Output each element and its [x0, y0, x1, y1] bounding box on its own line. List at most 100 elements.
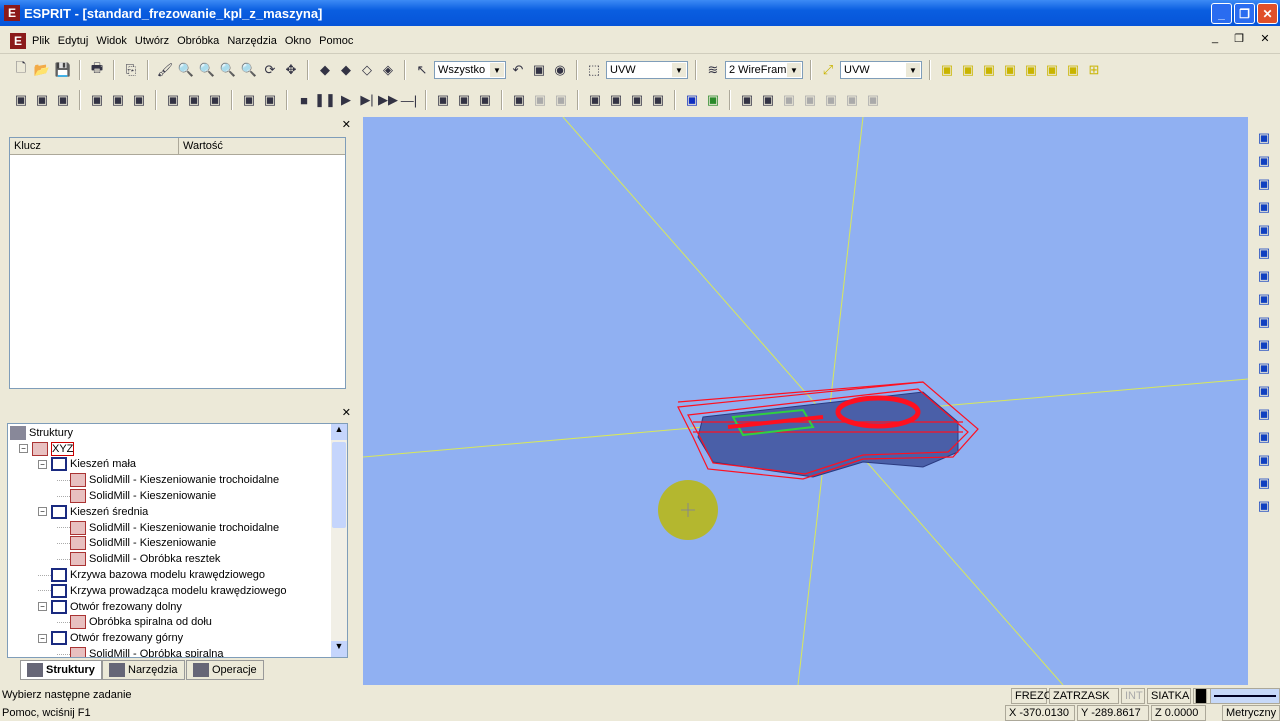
tab-struktury[interactable]: Struktury: [20, 660, 102, 680]
pan-icon[interactable]: ✥: [282, 61, 300, 79]
mode-zatrzask[interactable]: ZATRZASK: [1049, 688, 1119, 704]
mode-siatka[interactable]: SIATKA: [1147, 688, 1191, 704]
face-icon[interactable]: ▣: [1255, 451, 1273, 469]
layer-select[interactable]: 2 WireFram ▼: [725, 61, 803, 79]
menu-6[interactable]: Okno: [281, 35, 315, 47]
column-key[interactable]: Klucz: [10, 138, 179, 154]
pattern-icon[interactable]: ▣: [130, 91, 148, 109]
tree-item[interactable]: − Otwór frezowany górny: [10, 630, 347, 646]
machine-icon[interactable]: ▣: [586, 91, 604, 109]
view-back-icon[interactable]: ▣: [1022, 61, 1040, 79]
shaded-selected-icon[interactable]: ◆: [337, 61, 355, 79]
workplane-icon[interactable]: ⬚: [585, 61, 603, 79]
solid-blue-icon[interactable]: ▣: [683, 91, 701, 109]
stock-icon[interactable]: ▣: [607, 91, 625, 109]
selection-filter-select[interactable]: Wszystko ▼: [434, 61, 506, 79]
tree-item[interactable]: SolidMill - Kieszeniowanie: [10, 536, 347, 552]
solid-icon[interactable]: ▣: [510, 91, 528, 109]
tree-scrollbar[interactable]: ▲ ▼: [331, 424, 347, 657]
shaded-icon[interactable]: ◆: [316, 61, 334, 79]
wireframe-icon[interactable]: ◇: [358, 61, 376, 79]
new-file-icon[interactable]: 🗋: [12, 60, 30, 79]
feature-face-icon[interactable]: ▣: [33, 91, 51, 109]
tree-item[interactable]: SolidMill - Obróbka resztek: [10, 551, 347, 567]
select-arrow-icon[interactable]: ↖: [413, 61, 431, 79]
report-icon[interactable]: ▣: [476, 91, 494, 109]
doc-restore-button[interactable]: ❐: [1230, 32, 1248, 48]
loft-icon[interactable]: ▣: [1255, 267, 1273, 285]
op-list-icon[interactable]: ▣: [240, 91, 258, 109]
coil-icon[interactable]: ▣: [1255, 290, 1273, 308]
workplane-select[interactable]: UVW ▼: [606, 61, 688, 79]
pause-icon[interactable]: ❚❚: [314, 91, 336, 109]
tree-item[interactable]: SolidMill - Obróbka spiralna: [10, 646, 347, 657]
maximize-button[interactable]: ❐: [1234, 3, 1255, 24]
solid-gray-icon[interactable]: ▣: [531, 91, 549, 109]
paste-special-icon[interactable]: ▣: [530, 61, 548, 79]
pocket-icon[interactable]: ▣: [88, 91, 106, 109]
mode-int[interactable]: INT: [1121, 688, 1145, 704]
feature-chain-icon[interactable]: ▣: [12, 91, 30, 109]
cone-icon[interactable]: ▣: [1255, 152, 1273, 170]
view-select[interactable]: UVW ▼: [840, 61, 922, 79]
paint-brush-icon[interactable]: 🖌: [156, 61, 174, 79]
torus-icon[interactable]: ▣: [1255, 198, 1273, 216]
tree-item[interactable]: SolidMill - Kieszeniowanie trochoidalne: [10, 520, 347, 536]
chevron-down-icon[interactable]: ▼: [490, 63, 504, 77]
open-folder-icon[interactable]: 📂: [33, 61, 51, 79]
zoom-window-icon[interactable]: 🔍: [177, 61, 195, 79]
stop-icon[interactable]: ■: [295, 91, 313, 109]
menu-7[interactable]: Pomoc: [315, 35, 357, 47]
menu-4[interactable]: Obróbka: [173, 35, 223, 47]
tree-item[interactable]: − XYZ: [10, 441, 347, 457]
menu-3[interactable]: Utwórz: [131, 35, 173, 47]
tool-icon[interactable]: ▣: [434, 91, 452, 109]
cube-paper-icon[interactable]: ▣: [759, 91, 777, 109]
save-icon[interactable]: 💾: [54, 61, 72, 79]
simulation-icon[interactable]: ▣: [261, 91, 279, 109]
view-plane-icon[interactable]: ⤢: [819, 61, 837, 79]
tree-item[interactable]: SolidMill - Kieszeniowanie: [10, 488, 347, 504]
view-four-icon[interactable]: ⊞: [1085, 61, 1103, 79]
tree-item[interactable]: − Otwór frezowany dolny: [10, 599, 347, 615]
feature-rect-icon[interactable]: ▣: [54, 91, 72, 109]
copy-icon[interactable]: ⎘: [122, 61, 140, 79]
view-iso-icon[interactable]: ▣: [1064, 61, 1082, 79]
chevron-down-icon[interactable]: ▼: [906, 63, 920, 77]
undo-icon[interactable]: ↶: [509, 61, 527, 79]
tree-item[interactable]: Krzywa bazowa modelu krawędziowego: [10, 567, 347, 583]
color-cube-icon[interactable]: ▣: [738, 91, 756, 109]
tab-operacje[interactable]: Operacje: [186, 660, 264, 680]
blend-icon[interactable]: ▣: [1255, 382, 1273, 400]
hidden-line-icon[interactable]: ◈: [379, 61, 397, 79]
tree-item[interactable]: Krzywa prowadząca modelu krawędziowego: [10, 583, 347, 599]
collapse-icon[interactable]: −: [19, 444, 28, 454]
chevron-down-icon[interactable]: ▼: [672, 63, 686, 77]
zoom-out-icon[interactable]: 🔍: [219, 61, 237, 79]
tree-root[interactable]: Struktury: [10, 425, 347, 441]
collapse-icon[interactable]: −: [38, 602, 47, 612]
edit-icon[interactable]: ▣: [1255, 313, 1273, 331]
green-stock-icon[interactable]: ▣: [704, 91, 722, 109]
menu-2[interactable]: Widok: [92, 35, 131, 47]
view-right-icon[interactable]: ▣: [980, 61, 998, 79]
spindle-icon[interactable]: ▣: [649, 91, 667, 109]
pocket-hatch-icon[interactable]: ▣: [109, 91, 127, 109]
cutter-icon[interactable]: ▣: [455, 91, 473, 109]
chevron-down-icon[interactable]: ▼: [787, 63, 801, 77]
view-bottom-icon[interactable]: ▣: [1043, 61, 1061, 79]
scroll-down-icon[interactable]: ▼: [331, 641, 347, 657]
scroll-thumb[interactable]: [332, 442, 346, 528]
record-icon[interactable]: ◉: [551, 61, 569, 79]
tool-setup-icon[interactable]: ▣: [206, 91, 224, 109]
zoom-extents-icon[interactable]: 🔍: [240, 61, 258, 79]
rotate-icon[interactable]: ⟳: [261, 61, 279, 79]
twist-icon[interactable]: ▣: [1255, 336, 1273, 354]
circle-icon[interactable]: ▣: [1255, 129, 1273, 147]
doc-minimize-button[interactable]: _: [1206, 32, 1224, 48]
tool-add-icon[interactable]: ▣: [185, 91, 203, 109]
hand-gray-3-icon[interactable]: ▣: [822, 91, 840, 109]
tree-item[interactable]: − Kieszeń średnia: [10, 504, 347, 520]
shell-icon[interactable]: ▣: [1255, 428, 1273, 446]
zoom-icon[interactable]: 🔍: [198, 61, 216, 79]
